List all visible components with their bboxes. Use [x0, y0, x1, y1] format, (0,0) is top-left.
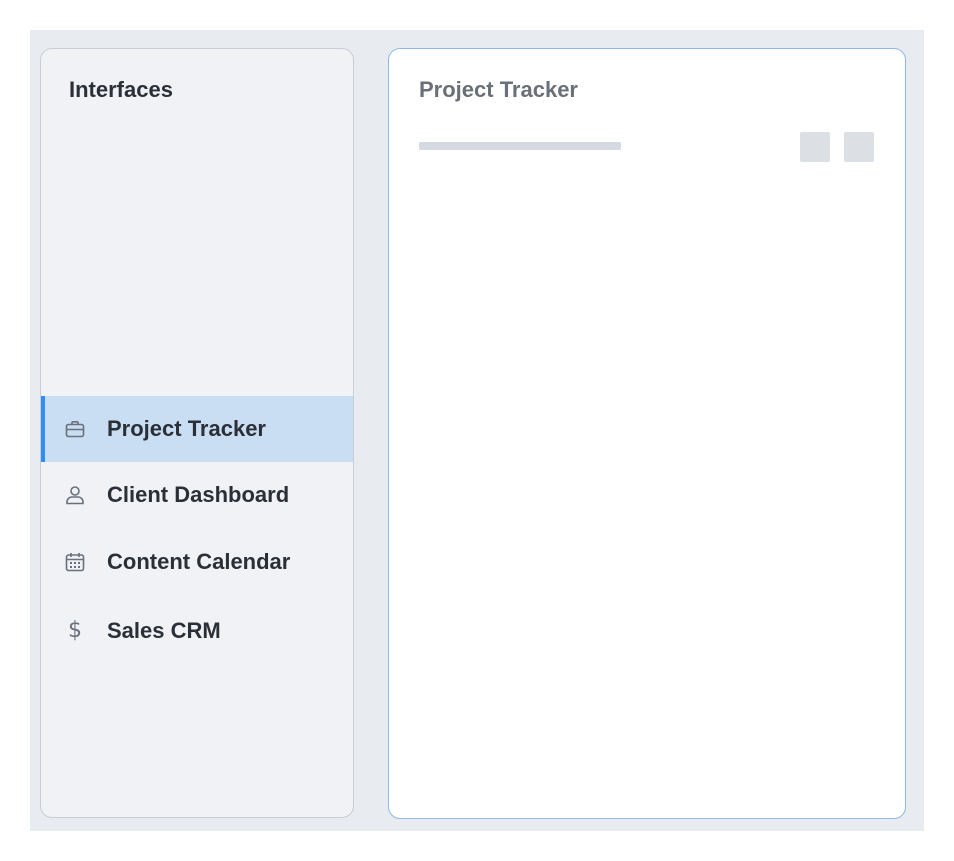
sidebar-item-sales-crm[interactable]: $ Sales CRM	[41, 598, 353, 664]
sidebar-item-content-calendar[interactable]: Content Calendar	[41, 529, 353, 595]
sidebar-item-project-tracker[interactable]: Project Tracker	[41, 396, 353, 462]
sidebar-item-label: Sales CRM	[107, 618, 221, 643]
panel-title: Project Tracker	[419, 77, 578, 102]
app-window: Interfaces Project Tracker Client Dashbo…	[30, 30, 924, 831]
sidebar-title: Interfaces	[69, 77, 173, 102]
sidebar-item-label: Project Tracker	[107, 416, 266, 441]
sidebar-item-label: Client Dashboard	[107, 482, 290, 507]
loading-placeholder-bar	[419, 142, 621, 150]
dollar-icon: $	[68, 618, 82, 643]
briefcase-icon	[65, 419, 85, 439]
main-panel: Project Tracker	[388, 48, 906, 819]
calendar-icon	[65, 552, 85, 572]
sidebar: Interfaces Project Tracker Client Dashbo…	[40, 48, 354, 818]
loading-placeholder-button	[800, 132, 830, 162]
user-icon	[65, 485, 85, 505]
sidebar-item-label: Content Calendar	[107, 549, 291, 574]
loading-placeholder-button	[844, 132, 874, 162]
sidebar-item-client-dashboard[interactable]: Client Dashboard	[41, 462, 353, 528]
